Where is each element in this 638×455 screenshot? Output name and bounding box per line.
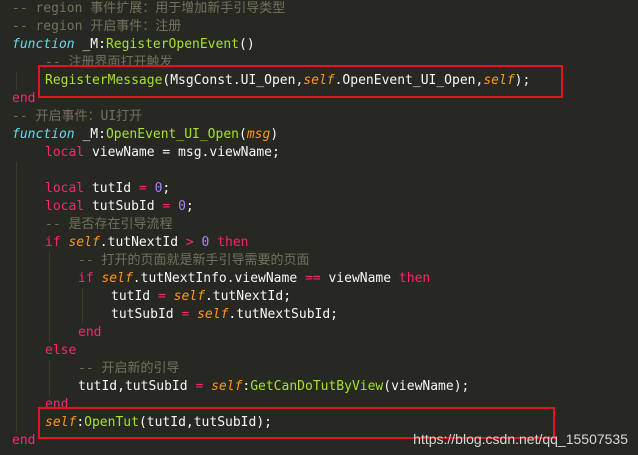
code-line: tutId,tutSubId = self:GetCanDoTutByView(…	[78, 378, 469, 396]
statement: .tutNextId	[99, 235, 186, 250]
code-line: end	[12, 91, 36, 106]
statement: tutId	[111, 289, 158, 304]
statement: viewName = msg.viewName;	[84, 145, 280, 160]
keyword: function	[12, 127, 75, 142]
code-line: -- region 事件扩展：用于增加新手引导类型	[12, 1, 286, 16]
function-call: GetCanDoTutByView	[250, 379, 384, 394]
statement: tutSubId	[84, 199, 163, 214]
self-keyword: self	[197, 307, 229, 322]
indent-guide	[16, 72, 17, 90]
self-keyword: self	[173, 289, 205, 304]
identifier: _M:	[74, 37, 106, 52]
code-line: function _M:OpenEvent_UI_Open(msg)	[12, 126, 278, 144]
statement: .tutNextSubId;	[228, 307, 338, 322]
indent-guide	[16, 162, 17, 432]
watermark: https://blog.csdn.net/qq_15507535	[413, 431, 628, 447]
keyword: local	[45, 199, 85, 214]
self-keyword: self	[68, 235, 100, 250]
highlight-box-register	[38, 65, 563, 98]
function-name: OpenEvent_UI_Open	[105, 127, 239, 142]
code-line: local viewName = msg.viewName;	[45, 144, 280, 162]
keyword: then	[398, 271, 431, 286]
code-line: end	[78, 325, 102, 340]
self-keyword: self	[211, 379, 243, 394]
code-line: end	[12, 433, 36, 448]
code-line: if self.tutNextId > 0 then	[45, 234, 249, 252]
punctuation: ;	[185, 199, 194, 214]
identifier: _M:	[74, 127, 106, 142]
keyword: then	[209, 235, 249, 250]
code-line: tutSubId = self.tutNextSubId;	[111, 306, 338, 324]
statement: viewName	[320, 271, 399, 286]
keyword: if	[45, 235, 61, 250]
keyword: if	[78, 271, 94, 286]
code-line: function _M:RegisterOpenEvent()	[12, 36, 255, 54]
code-line: -- region 开启事件：注册	[12, 19, 182, 34]
statement: tutId	[84, 181, 139, 196]
indent-guide	[82, 288, 83, 324]
punctuation: )	[270, 127, 279, 142]
operator: =	[157, 289, 166, 304]
number: 0	[178, 199, 186, 214]
parameter: msg	[246, 127, 271, 142]
code-line: else	[45, 343, 77, 358]
keyword: local	[45, 145, 85, 160]
operator: =	[138, 181, 147, 196]
code-line: tutId = self.tutNextId;	[111, 288, 291, 306]
keyword: local	[45, 181, 85, 196]
punctuation: (	[239, 127, 247, 142]
operator: >	[185, 235, 194, 250]
code-line: local tutId = 0;	[45, 180, 170, 198]
statement: .tutNextId;	[204, 289, 292, 304]
statement: tutSubId	[111, 307, 182, 322]
statement: tutId,tutSubId	[78, 379, 196, 394]
indent-guide	[49, 360, 50, 396]
punctuation: ()	[239, 37, 255, 52]
function-name: RegisterOpenEvent	[105, 37, 239, 52]
code-line: -- 是否存在引导流程	[45, 217, 173, 232]
self-keyword: self	[101, 271, 133, 286]
code-line: if self.tutNextInfo.viewName == viewName…	[78, 270, 430, 288]
code-editor[interactable]: -- region 事件扩展：用于增加新手引导类型 -- region 开启事件…	[0, 0, 638, 455]
code-line: -- 打开的页面就是新手引导需要的页面	[78, 253, 310, 268]
code-line: local tutSubId = 0;	[45, 198, 194, 216]
arguments: (viewName);	[383, 379, 470, 394]
keyword: function	[12, 37, 75, 52]
code-line: -- 开启事件：UI打开	[12, 109, 143, 124]
statement: .tutNextInfo.viewName	[132, 271, 305, 286]
indent-guide	[49, 252, 50, 342]
code-line: -- 开启新的引导	[78, 361, 180, 376]
operator: ==	[304, 271, 321, 286]
punctuation: ;	[162, 181, 171, 196]
